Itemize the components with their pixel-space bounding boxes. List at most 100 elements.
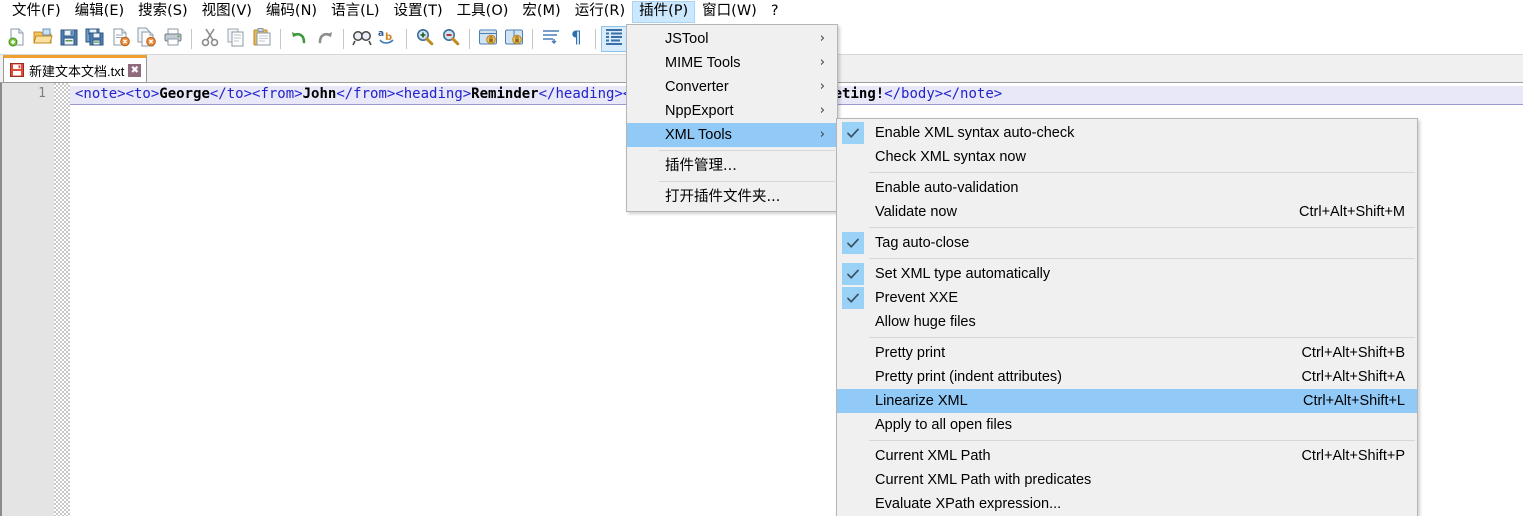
xmltools-sep-1 (869, 172, 1415, 173)
xmltools-item-tag-auto-close-label: Tag auto-close (875, 235, 970, 251)
menu-tools[interactable]: 工具(O) (450, 1, 516, 23)
chevron-right-icon: › (819, 79, 825, 94)
toolbar-sync-v[interactable] (475, 26, 501, 52)
menu-plugins[interactable]: 插件(P) (632, 1, 696, 23)
toolbar-sync-h[interactable] (501, 26, 527, 52)
xmltools-item-pretty-print[interactable]: Pretty print Ctrl+Alt+Shift+B (837, 341, 1417, 365)
xmltools-item-pretty-print-label: Pretty print (875, 345, 946, 361)
menu-file[interactable]: 文件(F) (5, 1, 68, 23)
xmltools-item-enable-auto-validation[interactable]: Enable auto-validation (837, 176, 1417, 200)
save-icon (59, 27, 79, 52)
xmltools-item-set-xml-type[interactable]: Set XML type automatically (837, 262, 1417, 286)
xmltools-item-linearize-xml-shortcut: Ctrl+Alt+Shift+L (1303, 393, 1405, 409)
save-all-icon (85, 27, 105, 52)
toolbar-find[interactable] (349, 26, 375, 52)
xmltools-item-enable-auto-check[interactable]: Enable XML syntax auto-check (837, 121, 1417, 145)
toolbar-word-wrap[interactable] (538, 26, 564, 52)
xmltools-item-linearize-xml-label: Linearize XML (875, 393, 968, 409)
xmltools-item-pretty-print-indent-shortcut: Ctrl+Alt+Shift+A (1301, 369, 1405, 385)
toolbar-sep-7 (595, 29, 596, 49)
svg-text:¶: ¶ (571, 28, 582, 47)
menu-view[interactable]: 视图(V) (195, 1, 259, 23)
toolbar-replace[interactable]: ab (375, 26, 401, 52)
toolbar-close-all[interactable] (134, 26, 160, 52)
xmltools-item-pretty-print-indent[interactable]: Pretty print (indent attributes) Ctrl+Alt… (837, 365, 1417, 389)
toolbar-print[interactable] (160, 26, 186, 52)
paste-icon (252, 27, 272, 52)
toolbar-sep-5 (469, 29, 470, 49)
menu-edit[interactable]: 编辑(E) (68, 1, 131, 23)
plugins-item-converter[interactable]: Converter › (627, 75, 837, 99)
xmltools-item-apply-all-files-label: Apply to all open files (875, 417, 1013, 433)
plugins-item-xml-tools[interactable]: XML Tools › (627, 123, 837, 147)
plugins-item-converter-label: Converter (665, 79, 729, 95)
toolbar-save[interactable] (56, 26, 82, 52)
xmltools-item-current-xml-path-predicates[interactable]: Current XML Path with predicates (837, 468, 1417, 492)
toolbar-cut[interactable] (197, 26, 223, 52)
plugins-item-open-plugins-folder[interactable]: 打开插件文件夹... (627, 185, 837, 209)
toolbar-zoom-in[interactable] (412, 26, 438, 52)
toolbar-undo[interactable] (286, 26, 312, 52)
toolbar-zoom-out[interactable] (438, 26, 464, 52)
xmltools-item-current-xml-path[interactable]: Current XML Path Ctrl+Alt+Shift+P (837, 444, 1417, 468)
line-number: 1 (38, 86, 46, 101)
menu-search[interactable]: 搜索(S) (131, 1, 195, 23)
toolbar-show-symbol[interactable]: ¶ (564, 26, 590, 52)
toolbar-new[interactable] (4, 26, 30, 52)
menu-macro[interactable]: 宏(M) (515, 1, 567, 23)
close-icon[interactable]: ✖ (128, 63, 142, 77)
xmltools-item-evaluate-xpath[interactable]: Evaluate XPath expression... (837, 492, 1417, 516)
menu-window[interactable]: 窗口(W) (695, 1, 764, 23)
redo-icon (315, 27, 335, 52)
menu-encoding[interactable]: 编码(N) (259, 1, 324, 23)
xmltools-item-validate-now[interactable]: Validate now Ctrl+Alt+Shift+M (837, 200, 1417, 224)
tab-new-text-document[interactable]: 新建文本文档.txt ✖ (3, 55, 148, 83)
xmltools-item-prevent-xxe[interactable]: Prevent XXE (837, 286, 1417, 310)
toolbar-sep-3 (343, 29, 344, 49)
code-segment-txt: John (302, 86, 337, 102)
menu-run[interactable]: 运行(R) (568, 1, 632, 23)
xmltools-item-pretty-print-indent-label: Pretty print (indent attributes) (875, 369, 1062, 385)
xmltools-sep-5 (869, 440, 1415, 441)
plugins-item-jstool[interactable]: JSTool › (627, 27, 837, 51)
xmltools-item-check-syntax-now[interactable]: Check XML syntax now (837, 145, 1417, 169)
xmltools-sep-3 (869, 258, 1415, 259)
plugins-menu-popup[interactable]: JSTool › MIME Tools › Converter › NppExport › XM… (626, 24, 838, 212)
plugins-item-nppexport[interactable]: NppExport › (627, 99, 837, 123)
toolbar-redo[interactable] (312, 26, 338, 52)
plugins-item-jstool-label: JSTool (665, 31, 709, 47)
toolbar-save-all[interactable] (82, 26, 108, 52)
toolbar-close[interactable] (108, 26, 134, 52)
plugins-sep-1 (659, 150, 835, 151)
xmltools-item-tag-auto-close[interactable]: Tag auto-close (837, 231, 1417, 255)
xmltools-item-apply-all-files[interactable]: Apply to all open files (837, 413, 1417, 437)
plugins-item-plugin-admin[interactable]: 插件管理... (627, 154, 837, 178)
menu-language[interactable]: 语言(L) (324, 1, 386, 23)
show-symbol-icon: ¶ (567, 27, 587, 52)
fold-margin[interactable] (54, 83, 70, 516)
toolbar-copy[interactable] (223, 26, 249, 52)
xml-tools-submenu-popup[interactable]: Enable XML syntax auto-check Check XML sy… (836, 118, 1418, 516)
xmltools-item-current-xml-path-predicates-label: Current XML Path with predicates (875, 472, 1092, 488)
menu-settings[interactable]: 设置(T) (386, 1, 449, 23)
zoom-out-icon (441, 27, 461, 52)
code-segment-txt: Reminder (471, 86, 539, 102)
xmltools-item-evaluate-xpath-label: Evaluate XPath expression... (875, 496, 1062, 512)
xmltools-item-validate-now-shortcut: Ctrl+Alt+Shift+M (1299, 204, 1405, 220)
toolbar-open[interactable] (30, 26, 56, 52)
code-segment-tag: </body></note> (884, 86, 1003, 102)
sync-vertical-icon (478, 27, 498, 52)
check-icon (842, 232, 864, 254)
plugins-item-mime-tools[interactable]: MIME Tools › (627, 51, 837, 75)
xmltools-item-enable-auto-validation-label: Enable auto-validation (875, 180, 1019, 196)
svg-text:a: a (378, 29, 384, 39)
toolbar-sep-1 (191, 29, 192, 49)
toolbar-paste[interactable] (249, 26, 275, 52)
chevron-right-icon: › (819, 31, 825, 46)
toolbar-indent-guide[interactable] (601, 26, 627, 52)
xmltools-item-linearize-xml[interactable]: Linearize XML Ctrl+Alt+Shift+L (837, 389, 1417, 413)
show-indent-guide-icon (604, 27, 624, 52)
xmltools-item-allow-huge-files[interactable]: Allow huge files (837, 310, 1417, 334)
cut-icon (200, 27, 220, 52)
menu-help[interactable]: ? (764, 1, 786, 23)
